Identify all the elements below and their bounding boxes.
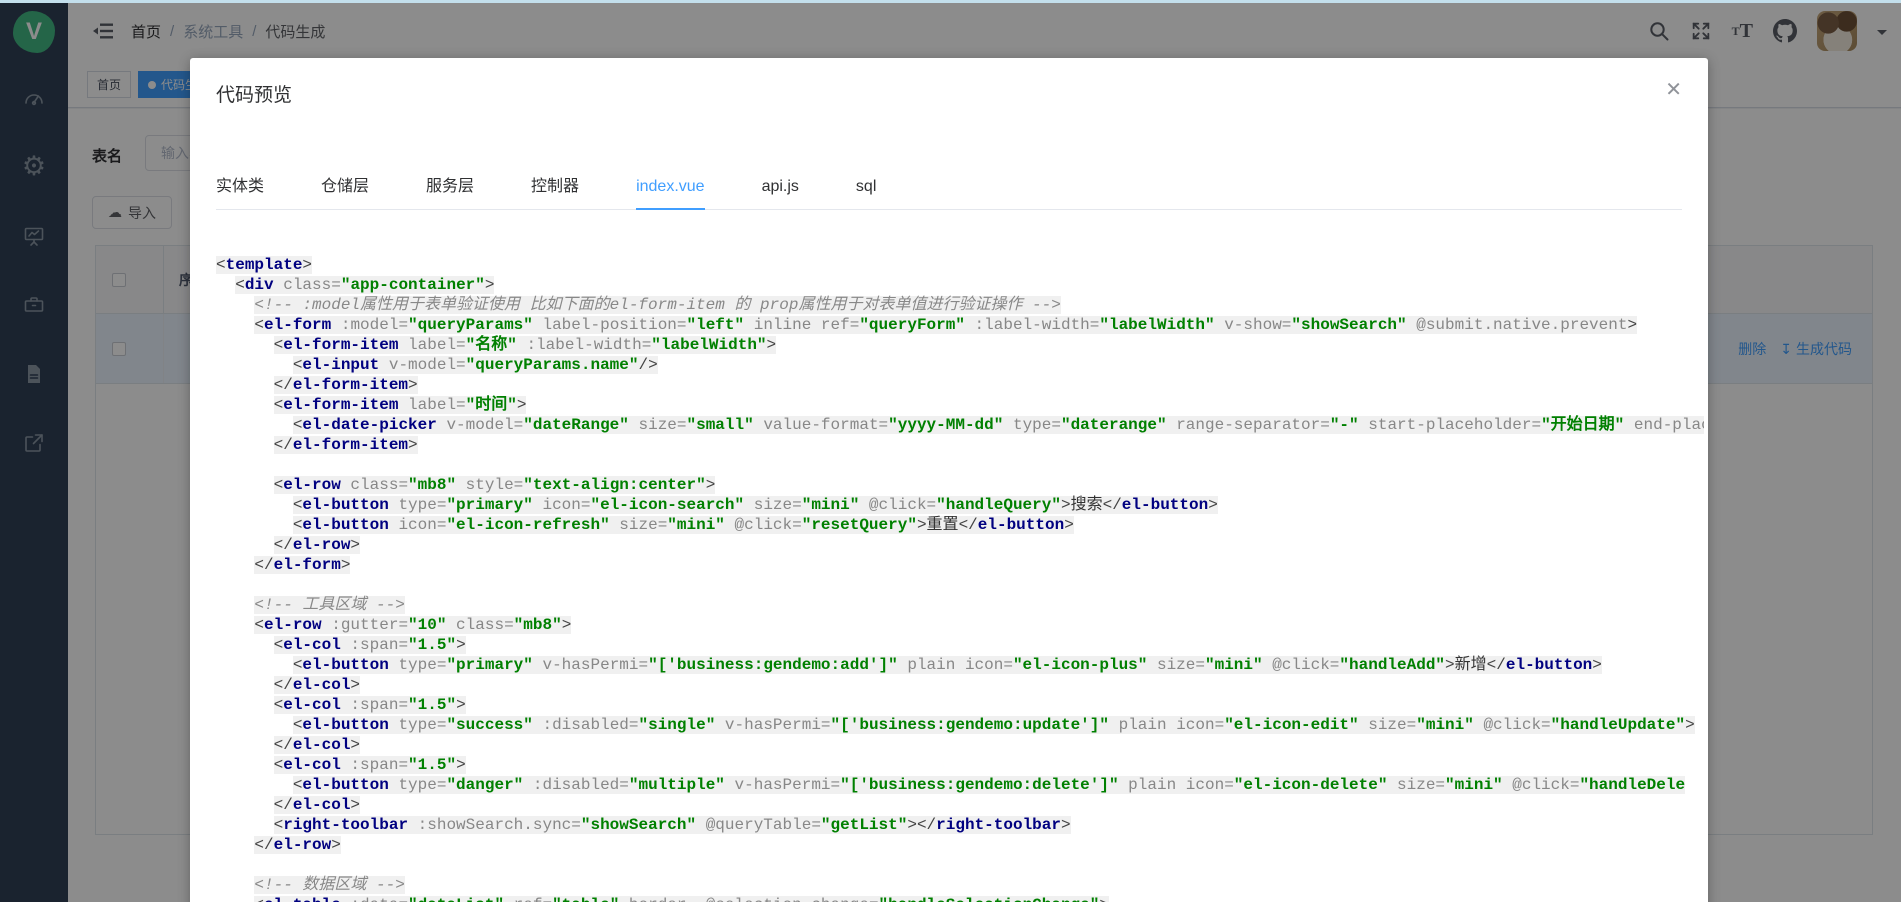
code-line: <el-form-item label="时间"> — [216, 395, 1704, 415]
code-line: </el-form-item> — [216, 435, 1704, 455]
code-line: <el-form :model="queryParams" label-posi… — [216, 315, 1704, 335]
progress-strip — [0, 0, 1901, 3]
code-line — [216, 855, 1704, 875]
code-line: <el-row :gutter="10" class="mb8"> — [216, 615, 1704, 635]
code-line: <el-row class="mb8" style="text-align:ce… — [216, 475, 1704, 495]
tab-仓储层[interactable]: 仓储层 — [321, 170, 369, 210]
code-preview-dialog: 代码预览 ✕ 实体类 仓储层 服务层 控制器 index.vue api.js sql <t… — [190, 58, 1708, 902]
code-line: </el-col> — [216, 735, 1704, 755]
code-line: <!-- 工具区域 --> — [216, 595, 1704, 615]
close-icon[interactable]: ✕ — [1665, 80, 1682, 100]
code-line: <el-button type="danger" :disabled="mult… — [216, 775, 1704, 795]
code-line: <el-button type="primary" v-hasPermi="['… — [216, 655, 1704, 675]
code-line: <el-date-picker v-model="dateRange" size… — [216, 415, 1704, 435]
code-line: </el-form-item> — [216, 375, 1704, 395]
code-line: <!-- :model属性用于表单验证使用 比如下面的el-form-item … — [216, 295, 1704, 315]
tab-sql[interactable]: sql — [856, 170, 876, 210]
code-line: </el-row> — [216, 535, 1704, 555]
code-line: <div class="app-container"> — [216, 275, 1704, 295]
code-line: <!-- 数据区域 --> — [216, 875, 1704, 895]
code-line: </el-col> — [216, 795, 1704, 815]
code-line: <el-button type="primary" icon="el-icon-… — [216, 495, 1704, 515]
code-line — [216, 455, 1704, 475]
code-line: <el-button icon="el-icon-refresh" size="… — [216, 515, 1704, 535]
tab-实体类[interactable]: 实体类 — [216, 170, 264, 210]
code-line: <el-col :span="1.5"> — [216, 755, 1704, 775]
code-line: <el-col :span="1.5"> — [216, 635, 1704, 655]
code-line: </el-row> — [216, 835, 1704, 855]
code-line: <el-button type="success" :disabled="sin… — [216, 715, 1704, 735]
code-line — [216, 575, 1704, 595]
tab-服务层[interactable]: 服务层 — [426, 170, 474, 210]
tab-index.vue[interactable]: index.vue — [636, 170, 705, 210]
screen: V ⚙ 首页/系统工具/代码生成 TT 首页代码生成 表名 — [0, 0, 1901, 902]
code-line: <el-col :span="1.5"> — [216, 695, 1704, 715]
code-line: </el-form> — [216, 555, 1704, 575]
tab-控制器[interactable]: 控制器 — [531, 170, 579, 210]
code-line: <el-form-item label="名称" :label-width="l… — [216, 335, 1704, 355]
code-line: <el-table :data="dataList" ref="table" b… — [216, 895, 1704, 902]
dialog-tabs: 实体类 仓储层 服务层 控制器 index.vue api.js sql — [216, 170, 1682, 210]
dialog-title: 代码预览 — [216, 80, 292, 107]
code-line: </el-col> — [216, 675, 1704, 695]
code-line: <right-toolbar :showSearch.sync="showSea… — [216, 815, 1704, 835]
tab-api.js[interactable]: api.js — [762, 170, 799, 210]
code-line: <el-input v-model="queryParams.name"/> — [216, 355, 1704, 375]
code-block[interactable]: <template> <div class="app-container"> <… — [216, 255, 1704, 902]
code-line: <template> — [216, 255, 1704, 275]
